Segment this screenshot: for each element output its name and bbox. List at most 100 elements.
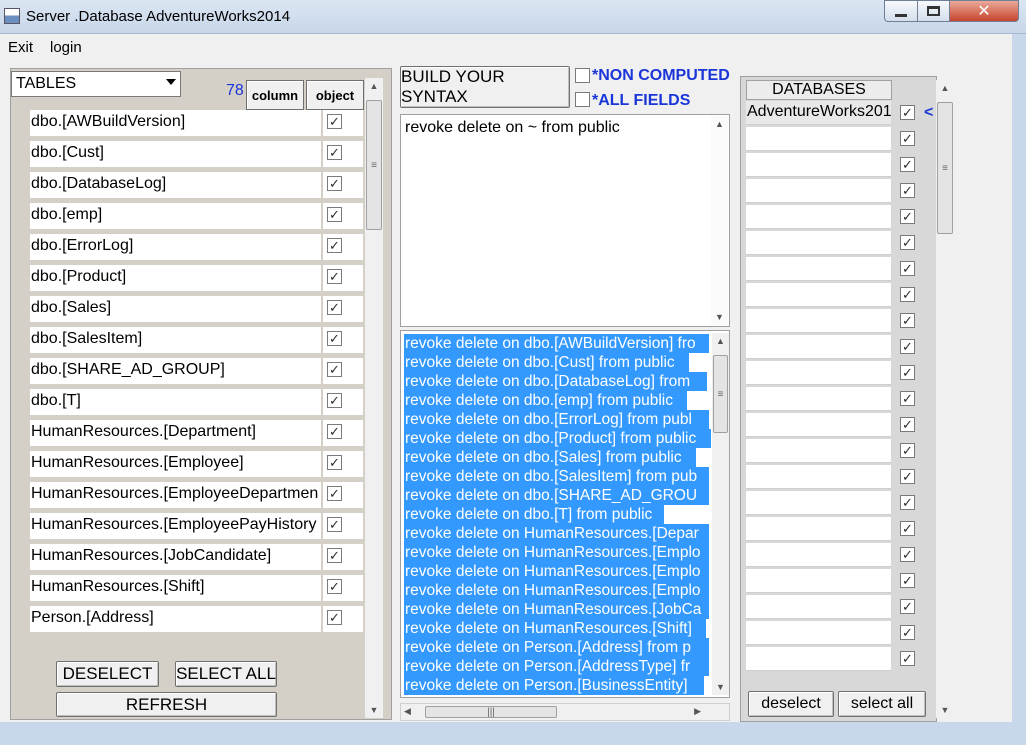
table-row-checkbox[interactable]: ✓: [327, 424, 342, 439]
table-row-checkbox[interactable]: ✓: [327, 610, 342, 625]
database-row-checkbox[interactable]: ✓: [900, 599, 915, 614]
database-row-checkbox[interactable]: ✓: [900, 443, 915, 458]
scroll-thumb[interactable]: ≡: [937, 102, 953, 234]
scroll-up-icon[interactable]: ▲: [365, 78, 383, 94]
table-row[interactable]: dbo.[emp]: [30, 203, 321, 229]
column-button[interactable]: column: [246, 80, 304, 110]
build-syntax-button[interactable]: BUILD YOUR SYNTAX: [400, 66, 570, 108]
database-row[interactable]: [746, 465, 891, 489]
table-row[interactable]: dbo.[DatabaseLog]: [30, 172, 321, 198]
database-row-checkbox[interactable]: ✓: [900, 651, 915, 666]
table-row-checkbox[interactable]: ✓: [327, 331, 342, 346]
result-line[interactable]: revoke delete on dbo.[SalesItem] from pu…: [404, 467, 709, 486]
table-row[interactable]: dbo.[ErrorLog]: [30, 234, 321, 260]
result-line[interactable]: revoke delete on Person.[BusinessEntity]: [404, 676, 704, 695]
scroll-down-icon[interactable]: ▼: [712, 679, 729, 695]
database-row-checkbox[interactable]: ✓: [900, 365, 915, 380]
table-row[interactable]: dbo.[Sales]: [30, 296, 321, 322]
result-line[interactable]: revoke delete on dbo.[SHARE_AD_GROU: [404, 486, 709, 505]
table-row[interactable]: HumanResources.[Employee]: [30, 451, 321, 477]
database-row-checkbox[interactable]: ✓: [900, 105, 915, 120]
database-row[interactable]: [746, 127, 891, 151]
table-row[interactable]: HumanResources.[Department]: [30, 420, 321, 446]
result-line[interactable]: revoke delete on dbo.[Product] from publ…: [404, 429, 711, 448]
database-row[interactable]: [746, 595, 891, 619]
tables-scrollbar[interactable]: ▲ ≡ ▼: [365, 78, 383, 718]
database-row-checkbox[interactable]: ✓: [900, 287, 915, 302]
table-row-checkbox[interactable]: ✓: [327, 145, 342, 160]
menu-exit[interactable]: Exit: [8, 39, 33, 56]
database-row-checkbox[interactable]: ✓: [900, 547, 915, 562]
db-deselect-button[interactable]: deselect: [748, 691, 834, 717]
table-row-checkbox[interactable]: ✓: [327, 300, 342, 315]
database-row[interactable]: [746, 231, 891, 255]
scroll-down-icon[interactable]: ▼: [936, 702, 954, 718]
database-row[interactable]: [746, 387, 891, 411]
database-row[interactable]: [746, 621, 891, 645]
close-button[interactable]: ✕: [949, 0, 1019, 22]
database-row-checkbox[interactable]: ✓: [900, 469, 915, 484]
result-line[interactable]: revoke delete on HumanResources.[Shift]: [404, 619, 706, 638]
database-row-checkbox[interactable]: ✓: [900, 495, 915, 510]
database-row-checkbox[interactable]: ✓: [900, 183, 915, 198]
object-type-dropdown[interactable]: TABLES: [11, 71, 181, 97]
non-computed-checkbox[interactable]: [575, 68, 590, 83]
database-row[interactable]: [746, 517, 891, 541]
result-line[interactable]: revoke delete on HumanResources.[Depar: [404, 524, 709, 543]
scroll-down-icon[interactable]: ▼: [711, 309, 728, 325]
result-line[interactable]: revoke delete on Person.[AddressType] fr: [404, 657, 709, 676]
database-row-checkbox[interactable]: ✓: [900, 339, 915, 354]
database-row[interactable]: [746, 179, 891, 203]
scroll-thumb[interactable]: ≡: [713, 355, 728, 433]
database-row-checkbox[interactable]: ✓: [900, 417, 915, 432]
table-row[interactable]: HumanResources.[Shift]: [30, 575, 321, 601]
table-row[interactable]: dbo.[T]: [30, 389, 321, 415]
result-line[interactable]: revoke delete on dbo.[Cust] from public: [404, 353, 689, 372]
table-row-checkbox[interactable]: ✓: [327, 579, 342, 594]
table-row[interactable]: dbo.[Cust]: [30, 141, 321, 167]
databases-scrollbar[interactable]: ▲ ≡ ▼: [936, 80, 954, 718]
result-line[interactable]: revoke delete on HumanResources.[Emplo: [404, 581, 709, 600]
table-row-checkbox[interactable]: ✓: [327, 238, 342, 253]
result-line[interactable]: revoke delete on dbo.[T] from public: [404, 505, 664, 524]
table-row-checkbox[interactable]: ✓: [327, 517, 342, 532]
scroll-thumb[interactable]: |||: [425, 706, 557, 718]
db-select-all-button[interactable]: select all: [838, 691, 926, 717]
all-fields-checkbox[interactable]: [575, 92, 590, 107]
deselect-button[interactable]: DESELECT: [56, 661, 159, 687]
syntax-template-input[interactable]: revoke delete on ~ from public: [400, 114, 730, 327]
table-row[interactable]: dbo.[AWBuildVersion]: [30, 110, 321, 136]
database-row-checkbox[interactable]: ✓: [900, 573, 915, 588]
database-row[interactable]: [746, 647, 891, 671]
result-line[interactable]: revoke delete on Person.[Address] from p: [404, 638, 709, 657]
select-all-button[interactable]: SELECT ALL: [175, 661, 277, 687]
database-row-checkbox[interactable]: ✓: [900, 261, 915, 276]
database-row[interactable]: [746, 543, 891, 567]
table-row-checkbox[interactable]: ✓: [327, 362, 342, 377]
result-line[interactable]: revoke delete on dbo.[DatabaseLog] from: [404, 372, 707, 391]
table-row[interactable]: dbo.[Product]: [30, 265, 321, 291]
database-row-checkbox[interactable]: ✓: [900, 521, 915, 536]
table-row[interactable]: HumanResources.[JobCandidate]: [30, 544, 321, 570]
database-row[interactable]: [746, 205, 891, 229]
database-row-checkbox[interactable]: ✓: [900, 625, 915, 640]
table-row[interactable]: dbo.[SalesItem]: [30, 327, 321, 353]
database-row-checkbox[interactable]: ✓: [900, 235, 915, 250]
database-row[interactable]: [746, 439, 891, 463]
object-button[interactable]: object: [306, 80, 364, 110]
result-line[interactable]: revoke delete on dbo.[AWBuildVersion] fr…: [404, 334, 709, 353]
output-horizontal-scrollbar[interactable]: ◀ ||| ▶: [400, 703, 730, 721]
generated-syntax-output[interactable]: revoke delete on dbo.[AWBuildVersion] fr…: [400, 330, 730, 698]
table-row-checkbox[interactable]: ✓: [327, 207, 342, 222]
refresh-button[interactable]: REFRESH: [56, 692, 277, 717]
scroll-down-icon[interactable]: ▼: [365, 702, 383, 718]
database-row-checkbox[interactable]: ✓: [900, 391, 915, 406]
result-line[interactable]: revoke delete on dbo.[emp] from public: [404, 391, 687, 410]
scroll-left-icon[interactable]: ◀: [404, 706, 411, 717]
result-line[interactable]: revoke delete on HumanResources.[Emplo: [404, 543, 709, 562]
table-row-checkbox[interactable]: ✓: [327, 393, 342, 408]
database-row-checkbox[interactable]: ✓: [900, 157, 915, 172]
table-row[interactable]: dbo.[SHARE_AD_GROUP]: [30, 358, 321, 384]
table-row[interactable]: HumanResources.[EmployeeDepartmen: [30, 482, 321, 508]
table-row-checkbox[interactable]: ✓: [327, 269, 342, 284]
